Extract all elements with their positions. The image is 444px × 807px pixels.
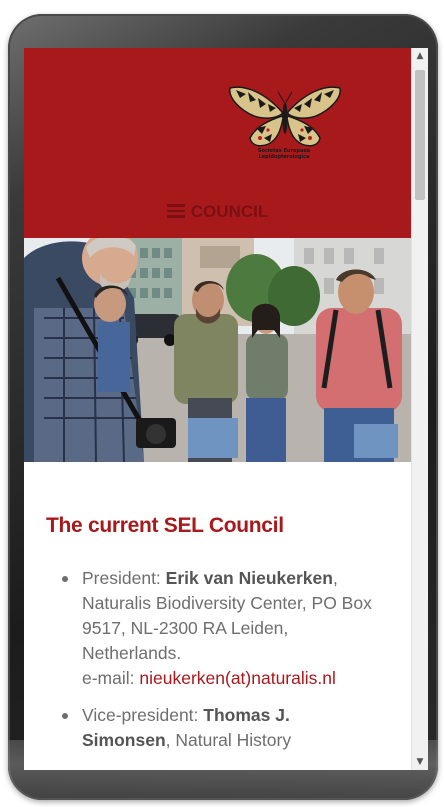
member-role: Vice-president: <box>82 705 204 725</box>
browser-viewport: Societas Europaea Lepidopterologica COUN… <box>24 48 411 770</box>
bullet-icon <box>62 713 68 719</box>
main-content: The current SEL Council President: Erik … <box>24 462 411 770</box>
hamburger-icon[interactable] <box>166 204 185 218</box>
logo-caption-line2: Lepidopterologica <box>258 154 310 160</box>
site-header: Societas Europaea Lepidopterologica COUN… <box>24 48 411 238</box>
scroll-down-arrow-icon[interactable]: ▼ <box>412 754 428 770</box>
group-photo <box>24 238 411 462</box>
list-item: Vice-president: Thomas J. Simonsen, Natu… <box>46 703 386 753</box>
logo-caption: Societas Europaea Lepidopterologica <box>234 148 334 160</box>
member-details: , Natural History <box>165 730 292 750</box>
nav-menu-label[interactable]: COUNCIL <box>191 202 268 222</box>
member-name-continued: Simonsen <box>82 730 166 750</box>
nav-menu-toggle[interactable]: COUNCIL <box>24 202 411 222</box>
scroll-thumb[interactable] <box>415 70 425 200</box>
council-list: President: Erik van Nieukerken, Naturali… <box>46 566 386 765</box>
page-title: The current SEL Council <box>46 514 284 537</box>
list-item: President: Erik van Nieukerken, Naturali… <box>46 566 386 691</box>
scroll-up-arrow-icon[interactable]: ▲ <box>412 48 428 64</box>
email-link[interactable]: nieukerken(at)naturalis.nl <box>139 668 336 688</box>
bullet-icon <box>62 576 68 582</box>
member-name: Thomas J. <box>203 705 290 725</box>
member-role: President: <box>82 568 166 588</box>
member-name: Erik van Nieukerken <box>165 568 333 588</box>
email-label: e-mail: <box>82 668 140 688</box>
vertical-scrollbar[interactable]: ▲ ▼ <box>411 48 428 770</box>
